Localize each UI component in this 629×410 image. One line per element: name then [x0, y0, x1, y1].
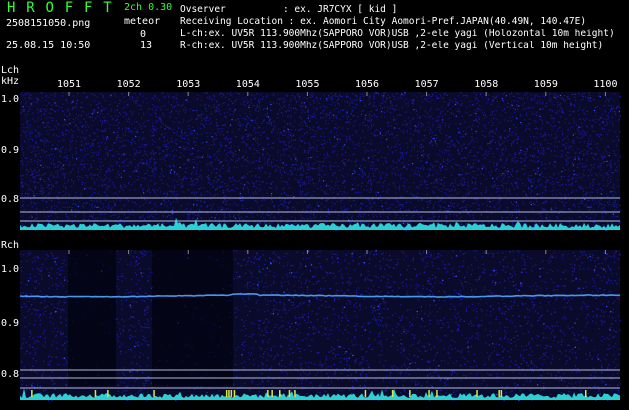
lch-spectrogram: [20, 92, 622, 232]
spectrogram-canvas: [19, 92, 622, 402]
rch-spectrogram: [19, 250, 622, 402]
